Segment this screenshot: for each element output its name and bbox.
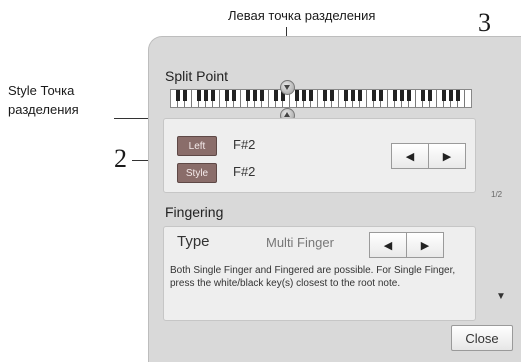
black-key (379, 90, 383, 101)
black-key (197, 90, 201, 101)
black-key (274, 90, 278, 101)
left-split-value: F#2 (233, 137, 256, 152)
black-key (358, 90, 362, 101)
split-keyboard-display[interactable] (170, 89, 472, 108)
style-split-button[interactable]: Style (177, 163, 217, 183)
scroll-down-arrow-icon[interactable]: ▼ (496, 291, 506, 302)
black-key (253, 90, 257, 101)
page-indicator: 1/2 (491, 190, 503, 199)
black-key (309, 90, 313, 101)
black-key (246, 90, 250, 101)
black-key (183, 90, 187, 101)
black-key (372, 90, 376, 101)
left-split-button[interactable]: Left (177, 136, 217, 156)
black-key (393, 90, 397, 101)
split-point-arrow-buttons: ◀ ▶ (391, 143, 466, 169)
black-key (211, 90, 215, 101)
black-key (176, 90, 180, 101)
fingering-title: Fingering (165, 204, 224, 220)
black-key (225, 90, 229, 101)
black-key (323, 90, 327, 101)
callout-number-3: 3 (478, 8, 491, 37)
fingering-description: Both Single Finger and Fingered are poss… (170, 265, 456, 289)
black-key (421, 90, 425, 101)
fingering-type-label: Type (177, 233, 210, 250)
fingering-arrow-buttons: ◀ ▶ (369, 232, 444, 258)
close-button[interactable]: Close (451, 325, 513, 351)
black-key (302, 90, 306, 101)
black-key (407, 90, 411, 101)
black-key (442, 90, 446, 101)
split-prev-button[interactable]: ◀ (392, 144, 428, 168)
fingering-prev-button[interactable]: ◀ (370, 233, 406, 257)
left-split-point-annotation: Левая точка разделения (228, 8, 376, 23)
fingering-type-value: Multi Finger (266, 235, 334, 250)
style-split-label-line1: Style Точка (8, 83, 75, 98)
black-keys (171, 90, 471, 101)
black-key (344, 90, 348, 101)
left-split-point-marker[interactable] (280, 80, 295, 95)
black-key (232, 90, 236, 101)
black-key (400, 90, 404, 101)
black-key (330, 90, 334, 101)
black-key (204, 90, 208, 101)
black-key (449, 90, 453, 101)
style-split-point-annotation: Style Точка разделения (8, 81, 79, 119)
black-key (351, 90, 355, 101)
black-key (295, 90, 299, 101)
fingering-next-button[interactable]: ▶ (406, 233, 443, 257)
split-next-button[interactable]: ▶ (428, 144, 465, 168)
split-point-title: Split Point (165, 68, 229, 84)
black-key (456, 90, 460, 101)
style-split-label-line2: разделения (8, 102, 79, 117)
black-key (428, 90, 432, 101)
callout-number-2: 2 (114, 144, 127, 173)
black-key (260, 90, 264, 101)
style-split-value: F#2 (233, 164, 256, 179)
